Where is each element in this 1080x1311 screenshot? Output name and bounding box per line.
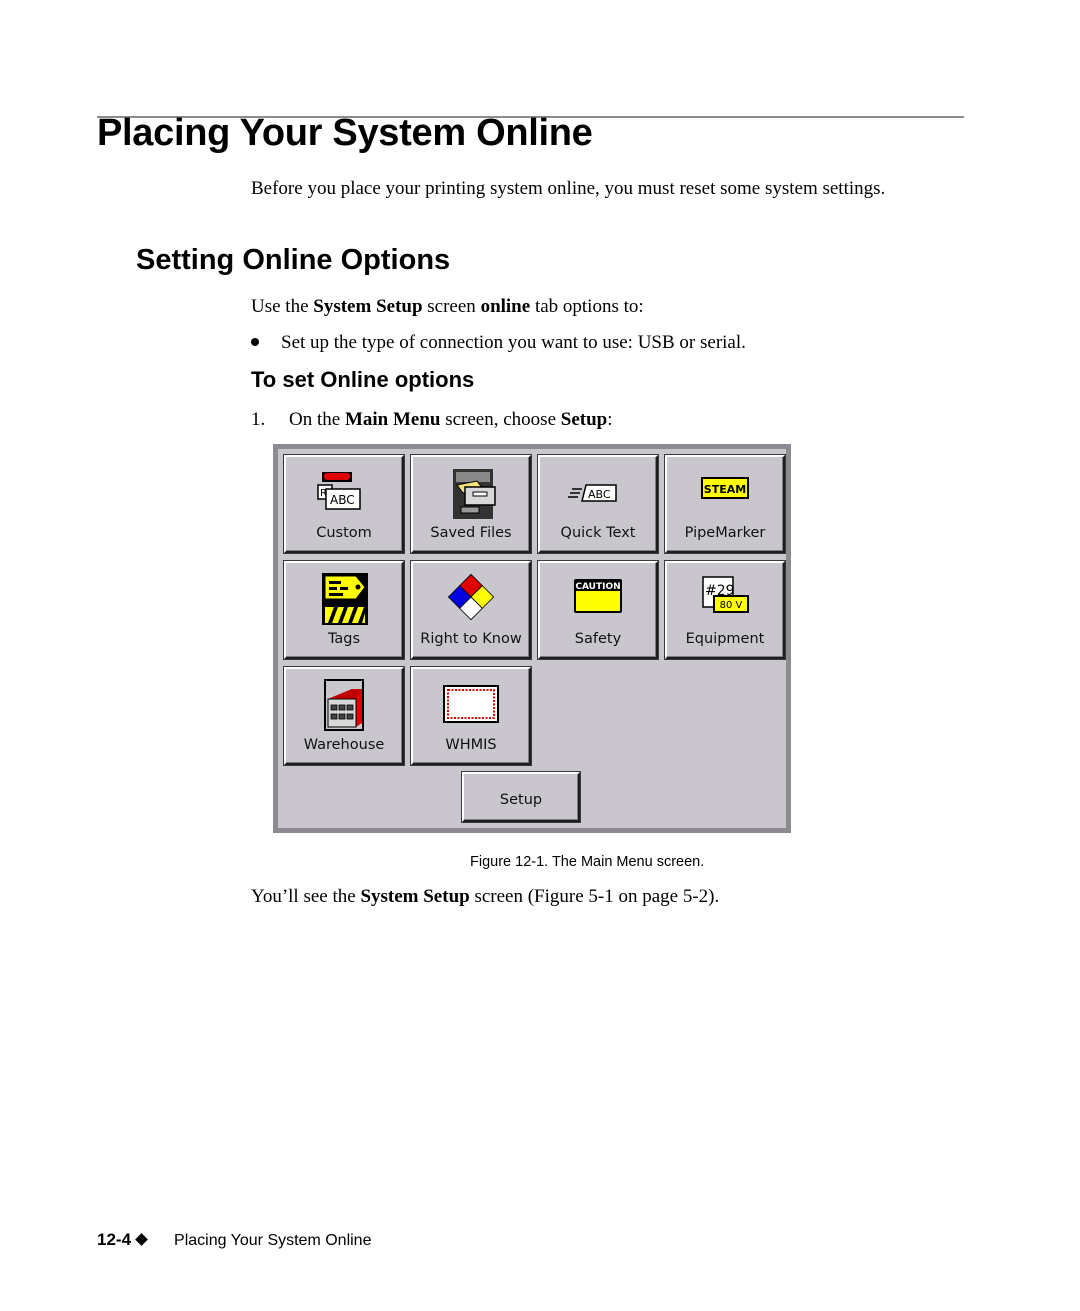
procedure-heading: To set Online options — [251, 367, 475, 392]
pipemarker-button[interactable]: STEAM PipeMarker — [665, 455, 785, 553]
intro-paragraph: Before you place your printing system on… — [251, 178, 886, 199]
pipemarker-label: PipeMarker — [684, 525, 766, 541]
saved-files-button[interactable]: Saved Files — [411, 455, 531, 553]
svg-text:STEAM: STEAM — [704, 483, 746, 496]
warehouse-label: Warehouse — [303, 737, 385, 753]
warehouse-icon — [324, 679, 364, 731]
page-title: Placing Your System Online — [97, 112, 593, 154]
diamond-bullet-icon — [135, 1233, 148, 1246]
right-to-know-button[interactable]: Right to Know — [411, 561, 531, 659]
quick-text-icon: ABC — [568, 484, 617, 502]
setup-button[interactable]: Setup — [462, 772, 580, 822]
bullet-icon — [251, 337, 259, 346]
main-menu-screenshot: R ABC Custom Saved Files ABC Quick Text — [273, 444, 791, 833]
steam-pipemarker-icon: STEAM — [701, 477, 749, 499]
result-paragraph: You’ll see the System Setup screen (Figu… — [251, 886, 720, 907]
tags-label: Tags — [327, 631, 361, 647]
nfpa-diamond-icon — [447, 573, 495, 621]
figure-caption: Figure 12-1. The Main Menu screen. — [470, 854, 705, 870]
tags-button[interactable]: Tags — [284, 561, 404, 659]
equipment-label-icon: #29 80 V — [702, 576, 749, 613]
custom-button[interactable]: R ABC Custom — [284, 455, 404, 553]
right-to-know-label: Right to Know — [420, 631, 522, 647]
svg-text:80 V: 80 V — [720, 600, 743, 611]
whmis-border-icon — [443, 685, 499, 723]
bullet-item: Set up the type of connection you want t… — [251, 332, 746, 354]
whmis-label: WHMIS — [445, 737, 497, 753]
setup-label: Setup — [499, 792, 543, 808]
procedure-step: 1. On the Main Menu screen, choose Setup: — [251, 409, 613, 430]
step-number: 1. — [251, 409, 266, 430]
file-cabinet-icon — [453, 469, 496, 519]
tag-icon — [322, 573, 368, 625]
warehouse-button[interactable]: Warehouse — [284, 667, 404, 765]
custom-label: Custom — [316, 525, 372, 541]
custom-label-icon: R ABC — [317, 472, 361, 510]
section-paragraph: Use the System Setup screen online tab o… — [251, 296, 644, 317]
section-heading: Setting Online Options — [136, 244, 451, 276]
whmis-button[interactable]: WHMIS — [411, 667, 531, 765]
caution-sign-icon: CAUTION — [574, 579, 622, 613]
page-number: 12-4 — [97, 1230, 132, 1249]
equipment-button[interactable]: #29 80 V Equipment — [665, 561, 785, 659]
page-footer: 12-4 Placing Your System Online — [97, 1230, 371, 1250]
safety-label: Safety — [574, 631, 622, 647]
equipment-label: Equipment — [685, 631, 765, 647]
saved-files-label: Saved Files — [430, 525, 512, 541]
svg-text:CAUTION: CAUTION — [575, 582, 620, 592]
svg-text:ABC: ABC — [330, 493, 355, 507]
quick-text-button[interactable]: ABC Quick Text — [538, 455, 658, 553]
safety-button[interactable]: CAUTION Safety — [538, 561, 658, 659]
footer-chapter-title: Placing Your System Online — [174, 1232, 372, 1249]
quick-text-label: Quick Text — [560, 525, 636, 541]
svg-text:ABC: ABC — [588, 488, 611, 501]
